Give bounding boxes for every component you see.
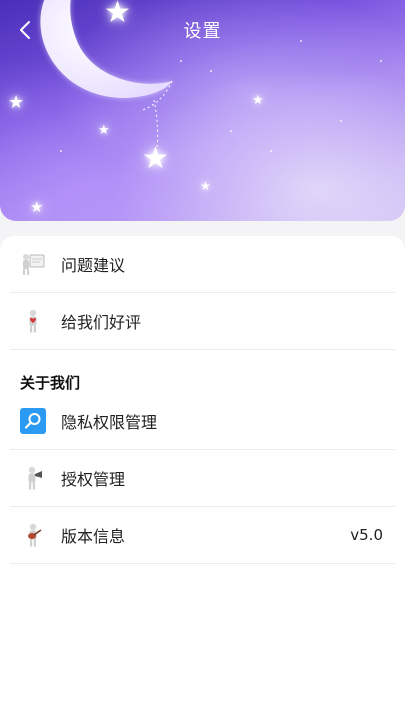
star-icon: ★: [200, 179, 211, 193]
authorization-label: 授权管理: [61, 470, 126, 489]
header-banner: ★ ★ ★ ★ ★ ★ ★ 设置: [0, 0, 405, 221]
sparkle: [60, 150, 62, 152]
section-title-about: 关于我们: [20, 374, 81, 392]
feedback-label: 问题建议: [61, 256, 126, 275]
figure-with-guitar-icon: [20, 522, 46, 548]
sparkle: [180, 60, 182, 62]
sparkle: [340, 120, 342, 122]
magnifier-icon: [20, 408, 46, 434]
version-info-label: 版本信息: [61, 527, 126, 546]
version-value: v5.0: [350, 526, 383, 544]
star-icon: ★: [252, 93, 264, 108]
star-icon: ★: [142, 141, 169, 176]
privacy-permission-label: 隐私权限管理: [61, 413, 158, 432]
sparkle: [270, 150, 272, 152]
version-info-row[interactable]: 版本信息 v5.0: [10, 507, 395, 564]
figure-with-board-icon: [20, 251, 46, 277]
figure-with-heart-icon: [20, 308, 46, 334]
feedback-row[interactable]: 问题建议: [10, 236, 395, 293]
page-title: 设置: [183, 21, 222, 42]
star-icon: ★: [30, 198, 44, 216]
sparkle: [210, 70, 212, 72]
star-icon: ★: [8, 92, 25, 113]
settings-card: 问题建议 给我们好评 关于我们 隐私权限管理 授权管理 版本信息 v5.0: [0, 236, 405, 720]
sparkle: [230, 130, 232, 132]
figure-with-megaphone-icon: [20, 465, 46, 491]
star-icon: ★: [98, 123, 110, 138]
sparkle: [380, 60, 382, 62]
rate-us-row[interactable]: 给我们好评: [10, 293, 395, 350]
privacy-permission-row[interactable]: 隐私权限管理: [10, 393, 395, 450]
authorization-row[interactable]: 授权管理: [10, 450, 395, 507]
rate-us-label: 给我们好评: [61, 313, 142, 332]
